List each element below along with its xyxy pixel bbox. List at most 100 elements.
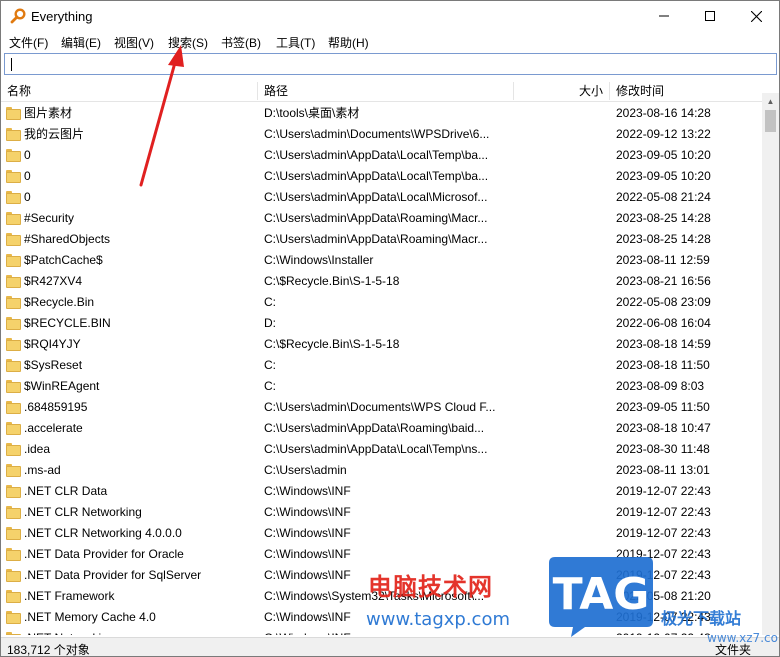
cell-size (517, 523, 607, 544)
status-bar: 183,712 个对象 文件夹 (1, 637, 779, 657)
table-row[interactable]: .NET CLR Networking 4.0.0.0 C:\Windows\IN… (1, 523, 761, 544)
cell-name: #Security (24, 211, 75, 225)
table-row[interactable]: $SysReset C: 2023-08-18 11:50 (1, 355, 761, 376)
menu-help[interactable]: 帮助(H) (328, 34, 369, 51)
minimize-button[interactable] (641, 1, 687, 31)
object-count: 183,712 个对象 (7, 643, 90, 657)
cell-path: C:\Users\admin\AppData\Local\Microsof... (264, 190, 488, 204)
table-row[interactable]: .684859195 C:\Users\admin\Documents\WPS C… (1, 397, 761, 418)
vertical-scrollbar[interactable]: ▲ (762, 93, 779, 635)
table-row[interactable]: .NET CLR Data C:\Windows\INF 2019-12-07 22… (1, 481, 761, 502)
cell-size (517, 460, 607, 481)
folder-icon (6, 359, 21, 372)
folder-icon (6, 380, 21, 393)
cell-path: D:\tools\桌面\素材 (264, 106, 360, 120)
table-row[interactable]: 我的云图片 C:\Users\admin\Documents\WPSDrive\6… (1, 124, 761, 145)
folder-icon (6, 149, 21, 162)
cell-modified: 2023-08-21 16:56 (616, 274, 711, 288)
table-row[interactable]: $RQI4YJY C:\$Recycle.Bin\S-1-5-18 2023-08-… (1, 334, 761, 355)
cell-name: $R427XV4 (24, 274, 83, 288)
cell-path: C:\Windows\INF (264, 547, 351, 561)
menu-view[interactable]: 视图(V) (114, 34, 154, 51)
cell-modified: 2022-05-08 23:09 (616, 295, 711, 309)
table-row[interactable]: .NET CLR Networking C:\Windows\INF 2019-12… (1, 502, 761, 523)
cell-modified: 2019-12-07 22:43 (616, 526, 711, 540)
table-row[interactable]: $Recycle.Bin C: 2022-05-08 23:09 (1, 292, 761, 313)
menu-file[interactable]: 文件(F) (9, 34, 48, 51)
table-row[interactable]: #Security C:\Users\admin\AppData\Roaming\… (1, 208, 761, 229)
cell-modified: 2023-08-16 14:28 (616, 106, 711, 120)
scroll-thumb[interactable] (765, 110, 776, 132)
cell-name: $PatchCache$ (24, 253, 103, 267)
table-row[interactable]: .accelerate C:\Users\admin\AppData\Roamin… (1, 418, 761, 439)
menu-bookmarks[interactable]: 书签(B) (221, 34, 261, 51)
folder-icon (6, 401, 21, 414)
cell-size (517, 187, 607, 208)
results-list: 图片素材 D:\tools\桌面\素材 2023-08-16 14:28 我的云图片 C… (1, 103, 761, 635)
cell-size (517, 271, 607, 292)
cell-name: .NET Framework (24, 589, 115, 603)
table-row[interactable]: $RECYCLE.BIN D: 2022-06-08 16:04 (1, 313, 761, 334)
folder-icon (6, 548, 21, 561)
column-name-header[interactable]: 名称 (1, 80, 257, 102)
folder-icon (6, 128, 21, 141)
cell-name: .idea (24, 442, 51, 456)
cell-name: 0 (24, 148, 31, 162)
table-row[interactable]: $PatchCache$ C:\Windows\Installer 2023-08-… (1, 250, 761, 271)
cell-size (517, 292, 607, 313)
cell-modified: 2022-09-12 13:22 (616, 127, 711, 141)
cell-modified: 2023-08-25 14:28 (616, 232, 711, 246)
folder-icon (6, 464, 21, 477)
table-row[interactable]: $WinREAgent C: 2023-08-09 8:03 (1, 376, 761, 397)
folder-icon (6, 170, 21, 183)
window-title: Everything (31, 9, 93, 24)
everything-window: Everything 文件(F) 编辑(E) 视图(V) 搜索(S) 书签(B)… (0, 0, 780, 657)
table-row[interactable]: #SharedObjects C:\Users\admin\AppData\Roa… (1, 229, 761, 250)
menu-tools[interactable]: 工具(T) (276, 34, 315, 51)
column-size-header[interactable]: 大小 (514, 80, 609, 102)
cell-modified: 2023-09-05 10:20 (616, 169, 711, 183)
cell-modified: 2023-09-05 11:50 (616, 400, 710, 414)
title-bar[interactable]: Everything (1, 1, 779, 31)
scroll-up-icon[interactable]: ▲ (762, 93, 779, 110)
cell-name: .NET Networking (24, 628, 256, 635)
cell-name: $WinREAgent (24, 379, 100, 393)
cell-name: $RQI4YJY (24, 337, 81, 351)
table-row[interactable]: 0 C:\Users\admin\AppData\Local\Temp\ba...… (1, 166, 761, 187)
cell-size (517, 418, 607, 439)
menu-search[interactable]: 搜索(S) (168, 34, 208, 51)
folder-icon (6, 611, 21, 624)
cell-path: C: (264, 295, 276, 309)
cell-modified: 2022-05-08 21:24 (616, 190, 711, 204)
table-row[interactable]: $R427XV4 C:\$Recycle.Bin\S-1-5-18 2023-08-… (1, 271, 761, 292)
table-row[interactable]: 0 C:\Users\admin\AppData\Local\Temp\ba...… (1, 145, 761, 166)
search-box[interactable] (4, 53, 777, 75)
cell-size (517, 250, 607, 271)
table-row[interactable]: 图片素材 D:\tools\桌面\素材 2023-08-16 14:28 (1, 103, 761, 124)
cell-name: $SysReset (24, 358, 83, 372)
column-path-header[interactable]: 路径 (258, 80, 513, 102)
search-input[interactable] (5, 54, 776, 74)
menu-edit[interactable]: 编辑(E) (61, 34, 101, 51)
cell-path: C:\Users\admin\AppData\Local\Temp\ns... (264, 442, 488, 456)
maximize-button[interactable] (687, 1, 733, 31)
maximize-icon (705, 11, 715, 21)
cell-modified: 2022-06-08 16:04 (616, 316, 711, 330)
close-button[interactable] (733, 1, 779, 31)
cell-path: C: (264, 379, 276, 393)
cell-name: $RECYCLE.BIN (24, 316, 111, 330)
tag-logo-icon: TAG (549, 557, 653, 637)
svg-text:TAG: TAG (553, 569, 650, 620)
table-row[interactable]: .idea C:\Users\admin\AppData\Local\Temp\n… (1, 439, 761, 460)
cell-modified: 2023-08-11 12:59 (616, 253, 710, 267)
cell-path: C:\Users\admin\AppData\Roaming\baid... (264, 421, 485, 435)
cell-name: .NET Memory Cache 4.0 (24, 610, 156, 624)
table-row[interactable]: .ms-ad C:\Users\admin 2023-08-11 13:01 (1, 460, 761, 481)
column-modified-header[interactable]: 修改时间 (610, 80, 760, 102)
cell-path: C:\Users\admin\AppData\Roaming\Macr... (264, 232, 488, 246)
folder-icon (6, 275, 21, 288)
cell-name: 0 (24, 169, 31, 183)
cell-path: C:\Windows\INF (264, 484, 351, 498)
table-row[interactable]: 0 C:\Users\admin\AppData\Local\Microsof..… (1, 187, 761, 208)
column-header: 名称 路径 大小 修改时间 (1, 80, 779, 102)
